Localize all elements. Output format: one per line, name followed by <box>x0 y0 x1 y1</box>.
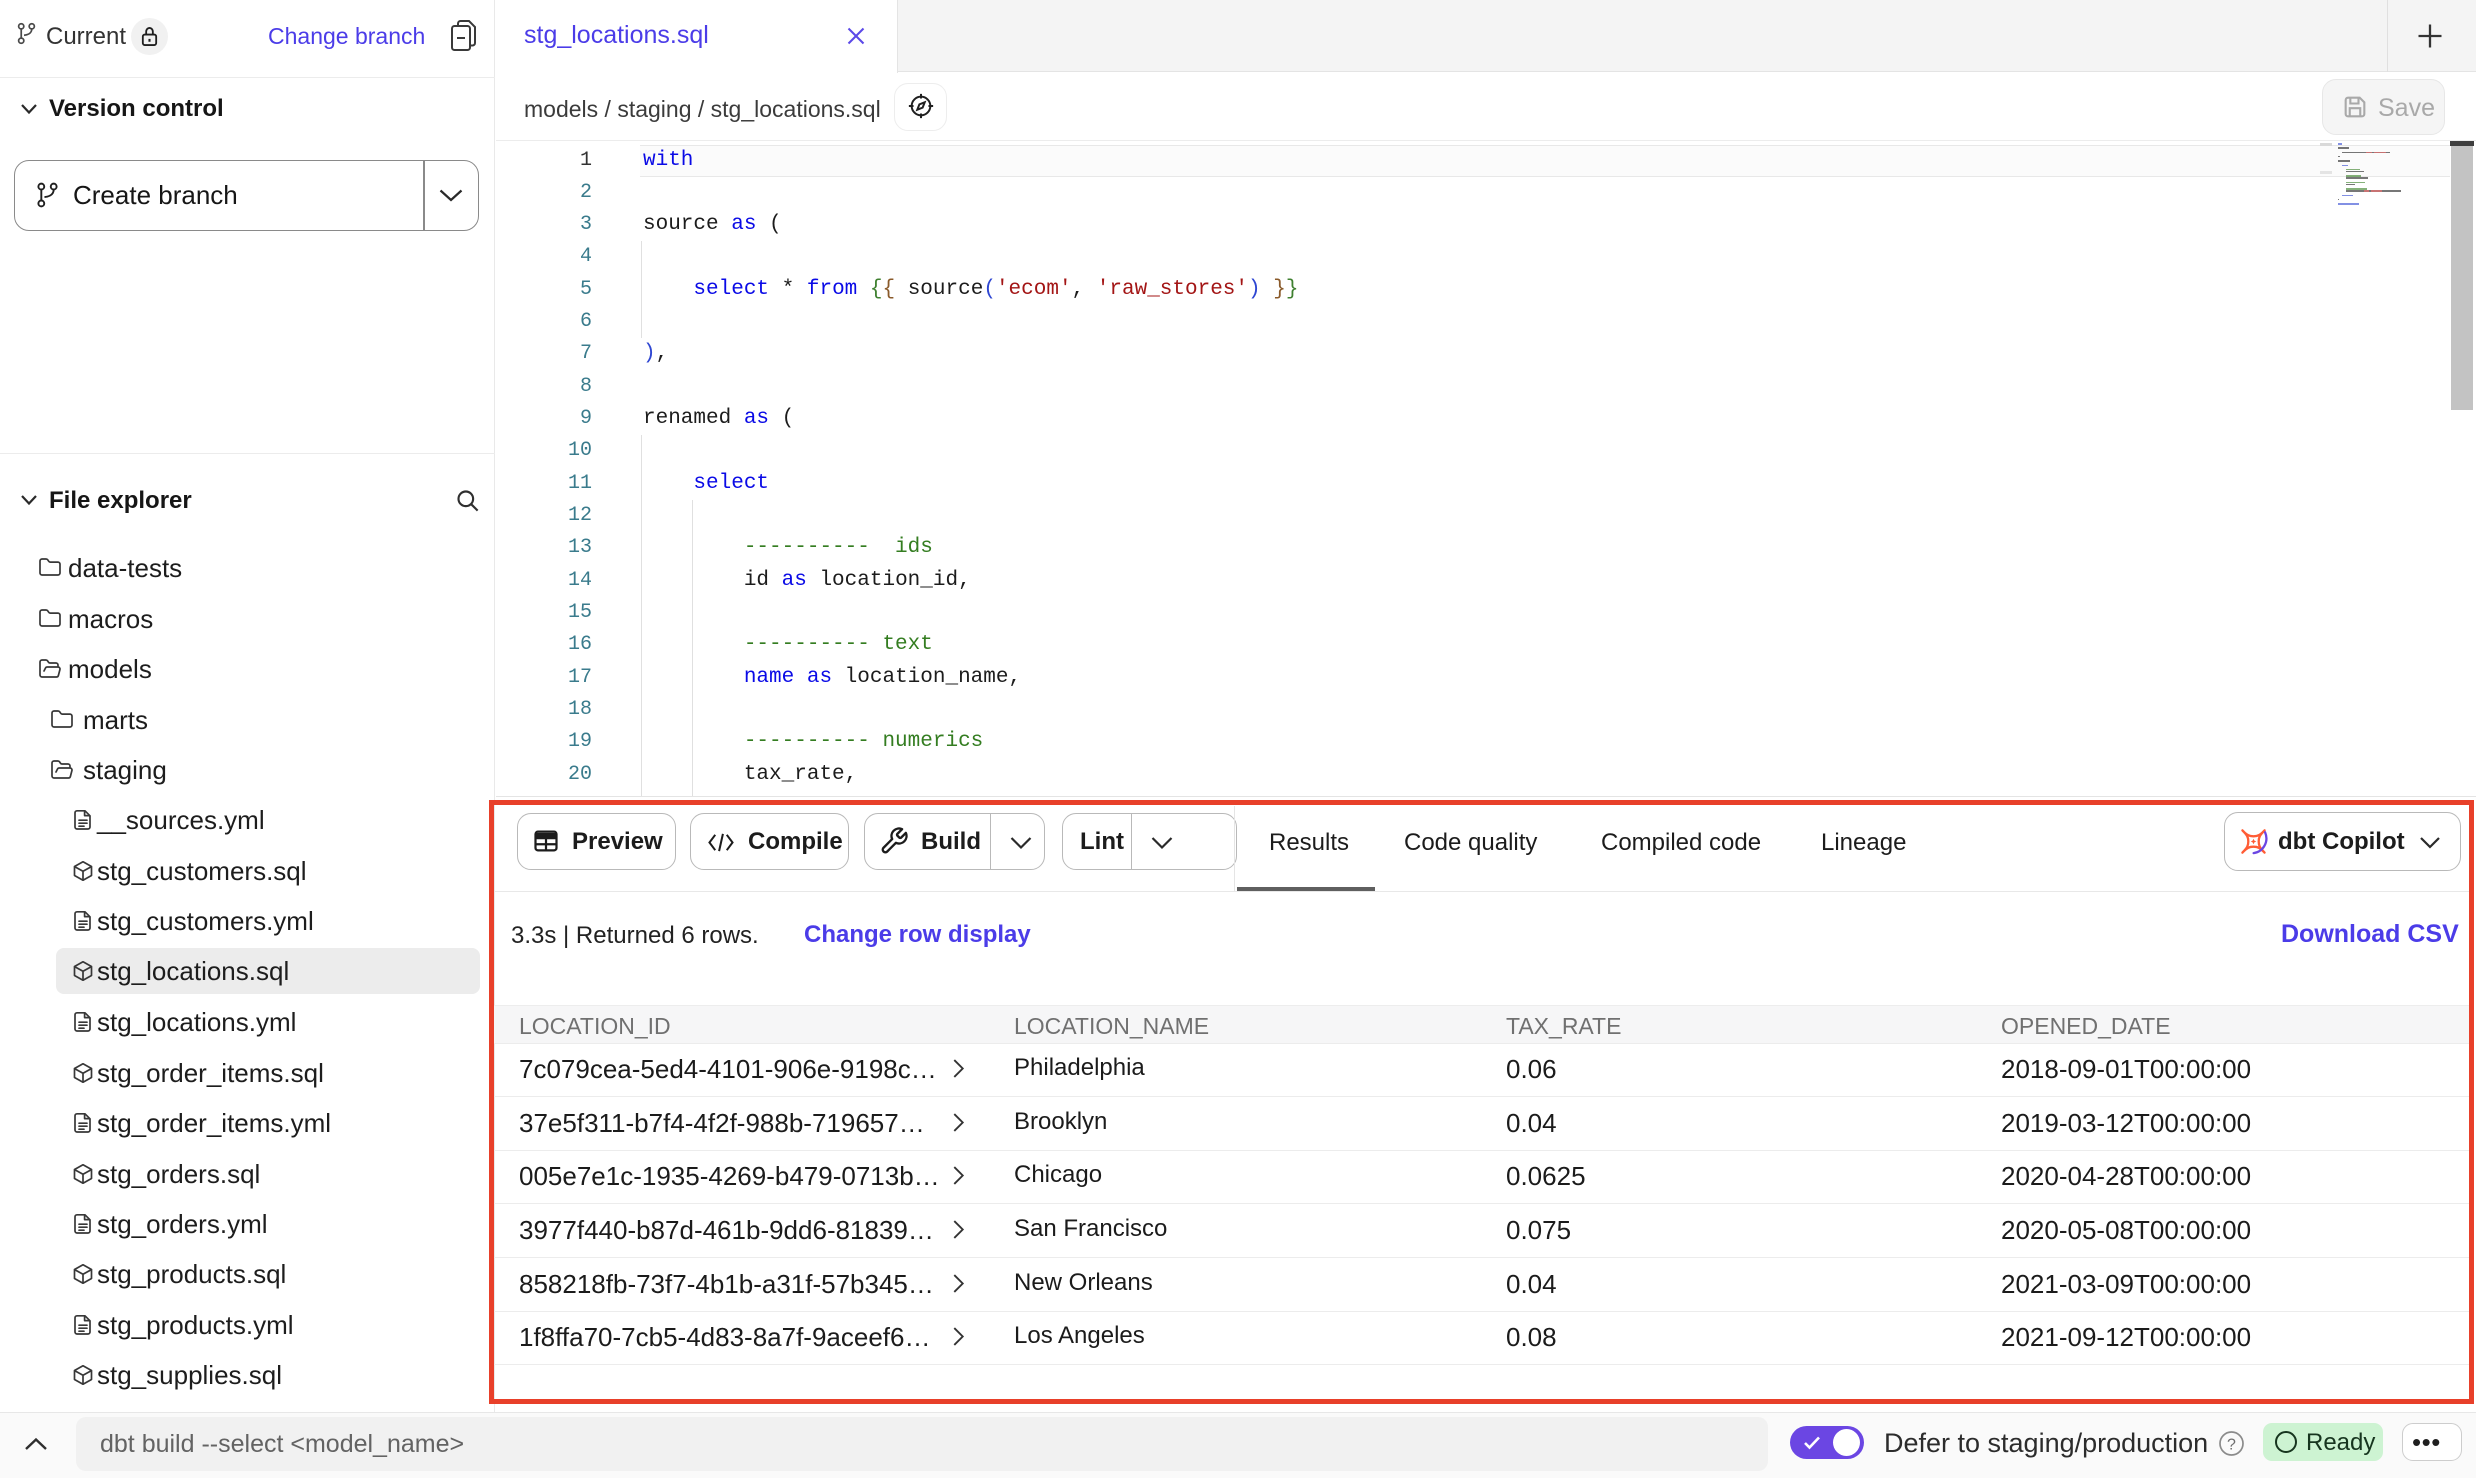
svg-text:?: ? <box>2227 1437 2236 1454</box>
